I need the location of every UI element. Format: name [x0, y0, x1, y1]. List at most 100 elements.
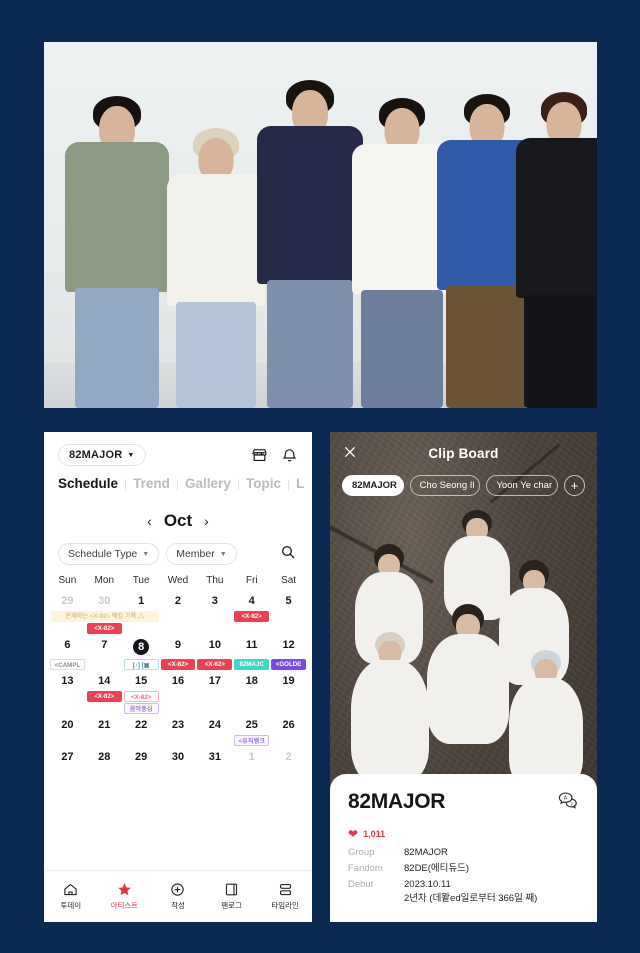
add-clip-button[interactable]: + — [564, 475, 585, 496]
calendar-event-badge[interactable]: <GOLDE — [271, 659, 306, 671]
calendar-day-cell[interactable]: 29 — [123, 746, 160, 766]
calendar-day-cell[interactable]: 5 — [270, 590, 307, 610]
calendar-event-badge[interactable]: <X-82> — [197, 659, 233, 671]
event-slot — [86, 702, 123, 714]
bell-icon[interactable] — [281, 447, 298, 464]
clipboard-chip-cho-seong-il[interactable]: Cho Seong Il — [409, 475, 481, 496]
event-slot — [270, 734, 307, 746]
calendar-day-cell[interactable]: 8 — [123, 634, 160, 658]
tab-trend[interactable]: Trend — [133, 476, 170, 491]
prev-month-button[interactable]: ‹ — [147, 513, 152, 529]
like-counter[interactable]: ❤ 1,011 — [348, 828, 579, 840]
right-clipboard-panel: Clip Board 82MAJOR Cho Seong Il Yoon Ye … — [330, 432, 597, 922]
svg-text:7: 7 — [570, 802, 573, 807]
calendar-event-badge[interactable]: <유직뱅크 — [234, 735, 270, 747]
calendar-day-cell[interactable]: 20 — [49, 714, 86, 734]
event-slot — [49, 690, 86, 702]
calendar-day-cell[interactable]: 18 — [233, 670, 270, 690]
calendar-event-badge[interactable]: 82MAJC — [234, 659, 270, 671]
calendar-day-cell[interactable]: 27 — [49, 746, 86, 766]
event-slot — [86, 658, 123, 670]
filter-bar: Schedule Type ▼ Member ▼ — [44, 541, 312, 575]
weekday-sun: Sun — [58, 575, 77, 586]
calendar-day-cell[interactable]: 10 — [196, 634, 233, 658]
nav-timeline[interactable]: 타임라인 — [258, 882, 312, 911]
calendar-day-cell[interactable]: 3 — [196, 590, 233, 610]
calendar-event-badge[interactable]: <X-82> — [123, 691, 159, 703]
member-filter[interactable]: Member ▼ — [166, 543, 237, 565]
tab-live[interactable]: L — [296, 476, 304, 491]
schedule-type-filter[interactable]: Schedule Type ▼ — [58, 543, 160, 565]
calendar-event-badge[interactable]: <X-82> — [86, 623, 122, 635]
calendar-day-cell[interactable]: 28 — [86, 746, 123, 766]
calendar-day-cell[interactable]: 13 — [49, 670, 86, 690]
store-icon[interactable] — [251, 447, 268, 464]
calendar-day-cell[interactable]: 31 — [196, 746, 233, 766]
next-month-button[interactable]: › — [204, 513, 209, 529]
calendar-day-cell[interactable]: 4 — [233, 590, 270, 610]
calendar-day-cell[interactable]: 23 — [160, 714, 197, 734]
calendar-day-cell[interactable]: 1 — [233, 746, 270, 766]
nav-fanlog[interactable]: 팬로그 — [205, 882, 259, 911]
clipboard-chip-yoon-ye-chan[interactable]: Yoon Ye char — [486, 475, 558, 496]
hero-member-1 — [62, 78, 172, 408]
nav-artist[interactable]: 아티스트 — [98, 882, 152, 911]
calendar-week: 20 21 22 23 24 25 26 — [49, 714, 307, 734]
calendar-day-cell[interactable]: 29 — [49, 590, 86, 610]
artist-card-header: 82MAJOR A 7 — [348, 790, 579, 815]
translate-chat-icon[interactable]: A 7 — [557, 790, 579, 815]
plus-circle-icon — [171, 883, 185, 896]
calendar-day-cell[interactable]: 22 — [123, 714, 160, 734]
event-slot: <X-82> — [86, 690, 123, 703]
calendar-day-cell[interactable]: 21 — [86, 714, 123, 734]
calendar-event-badge[interactable]: 음악중심 — [123, 703, 159, 715]
calendar-event-badge[interactable]: <CAMPL — [50, 659, 85, 671]
calendar-day-cell[interactable]: 11 — [233, 634, 270, 658]
event-slot — [160, 622, 197, 634]
meta-key-fandom: Fandom — [348, 862, 383, 874]
calendar-event-badge[interactable]: <X-82> — [86, 691, 122, 703]
calendar-day-cell[interactable]: 24 — [196, 714, 233, 734]
close-icon[interactable] — [342, 444, 358, 460]
calendar-day-cell[interactable]: 30 — [86, 590, 123, 610]
calendar-day-number: 29 — [135, 751, 148, 764]
calendar-day-cell[interactable]: 14 — [86, 670, 123, 690]
weekday-thu: Thu — [206, 575, 224, 586]
calendar-event-badge[interactable]: 존재하는 <X-82> 팩킹 기록 △ — [51, 611, 159, 623]
tab-topic[interactable]: Topic — [246, 476, 281, 491]
calendar-day-cell[interactable]: 25 — [233, 714, 270, 734]
event-slot: 존재하는 <X-82> 팩킹 기록 △ — [49, 610, 160, 623]
calendar-event-badge[interactable]: [♪] [▣ — [123, 659, 159, 671]
calendar-day-cell[interactable]: 6 — [49, 634, 86, 658]
tab-schedule[interactable]: Schedule — [58, 476, 118, 491]
calendar-day-cell[interactable]: 9 — [160, 634, 197, 658]
calendar-day-cell[interactable]: 16 — [160, 670, 197, 690]
timeline-icon — [279, 883, 291, 896]
calendar-day-cell[interactable]: 12 — [270, 634, 307, 658]
plus-icon: + — [570, 478, 579, 493]
schedule-type-filter-label: Schedule Type — [68, 548, 138, 560]
group-selector-chip[interactable]: 82MAJOR ▼ — [58, 444, 146, 466]
nav-today[interactable]: 투데이 — [44, 882, 98, 911]
calendar-day-cell[interactable]: 19 — [270, 670, 307, 690]
calendar-day-number: 1 — [248, 751, 255, 764]
calendar-day-cell[interactable]: 2 — [270, 746, 307, 766]
search-icon[interactable] — [280, 544, 298, 565]
calendar-day-number: 14 — [98, 675, 111, 688]
event-slot: [♪] [▣ — [123, 658, 160, 671]
nav-write[interactable]: 작성 — [151, 882, 205, 911]
calendar-event-badge[interactable]: <X-82> — [234, 611, 270, 623]
calendar-day-cell[interactable]: 2 — [160, 590, 197, 610]
calendar-day-cell[interactable]: 26 — [270, 714, 307, 734]
hero-group-photo — [44, 42, 597, 408]
calendar-day-cell[interactable]: 1 — [123, 590, 160, 610]
tab-gallery[interactable]: Gallery — [185, 476, 231, 491]
calendar-day-cell[interactable]: 30 — [160, 746, 197, 766]
calendar-day-cell[interactable]: 15 — [123, 670, 160, 690]
calendar-event-row: <CAMPL [♪] [▣ <X-82> <X-82> 82MAJC <GOLDE — [49, 658, 307, 671]
calendar-event-badge[interactable]: <X-82> — [160, 659, 196, 671]
clipboard-chip-82major[interactable]: 82MAJOR — [342, 475, 404, 496]
meta-value-debut: 2023.10.11 — [404, 878, 451, 890]
calendar-day-cell[interactable]: 7 — [86, 634, 123, 658]
calendar-day-cell[interactable]: 17 — [196, 670, 233, 690]
